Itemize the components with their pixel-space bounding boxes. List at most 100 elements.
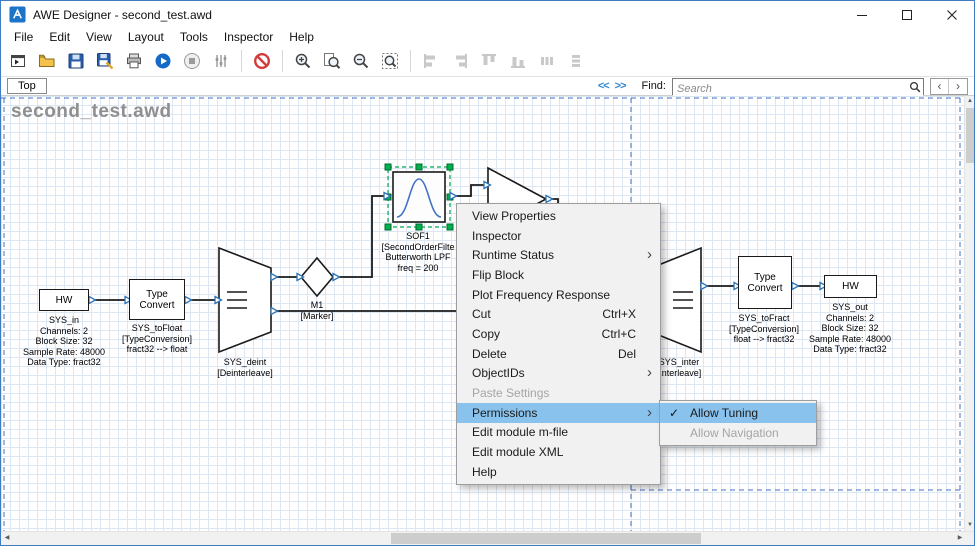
menu-edit[interactable]: Edit xyxy=(41,30,78,44)
minimize-icon xyxy=(853,6,871,24)
maximize-button[interactable] xyxy=(884,1,929,28)
permissions-submenu: Allow Tuning Allow Navigation xyxy=(659,400,817,446)
scroll-right-arrow[interactable]: ▶ xyxy=(954,532,966,545)
horizontal-scrollbar[interactable]: ◀ ▶ xyxy=(1,531,975,545)
halt-audio-button[interactable] xyxy=(249,48,275,74)
search-input[interactable] xyxy=(673,81,923,96)
find-label: Find: xyxy=(642,80,666,92)
toolbar-separator xyxy=(241,50,242,72)
history-forward-button[interactable]: >> xyxy=(615,80,626,92)
menu-item-allow-tuning[interactable]: Allow Tuning xyxy=(660,403,816,423)
profile-icon xyxy=(212,52,230,70)
sof1-caption: SOF1 [SecondOrderFilte Butterworth LPF f… xyxy=(381,231,454,273)
scroll-left-arrow[interactable]: ◀ xyxy=(1,532,13,545)
save-button[interactable] xyxy=(63,48,89,74)
main-area: second_test.awd xyxy=(1,96,974,531)
scroll-up-arrow[interactable]: ▲ xyxy=(965,96,975,107)
zoom-fit-button[interactable] xyxy=(319,48,345,74)
zoom-region-button[interactable] xyxy=(377,48,403,74)
align-right-button[interactable] xyxy=(447,48,473,74)
vertical-scrollbar[interactable]: ▲ ▼ xyxy=(964,96,974,531)
open-folder-icon xyxy=(38,52,56,70)
distribute-vertical-button[interactable] xyxy=(563,48,589,74)
sys-tofract-caption: SYS_toFract [TypeConversion] float --> f… xyxy=(729,313,799,345)
save-as-button[interactable] xyxy=(92,48,118,74)
new-button[interactable] xyxy=(5,48,31,74)
history-back-button[interactable]: << xyxy=(598,80,609,92)
new-icon xyxy=(9,52,27,70)
menu-item-copy[interactable]: CopyCtrl+C xyxy=(457,324,660,344)
scroll-down-arrow[interactable]: ▼ xyxy=(965,520,975,531)
shortcut-label: Ctrl+X xyxy=(602,307,636,321)
menu-view[interactable]: View xyxy=(78,30,120,44)
run-button[interactable] xyxy=(150,48,176,74)
sys-tofract-block[interactable]: Type Convert xyxy=(738,256,792,309)
breadcrumb-top[interactable]: Top xyxy=(7,78,47,94)
sys-tofloat-caption: SYS_toFloat [TypeConversion] fract32 -->… xyxy=(122,323,192,355)
minimize-button[interactable] xyxy=(839,1,884,28)
menu-item-cut[interactable]: CutCtrl+X xyxy=(457,304,660,324)
title-bar: AWE Designer - second_test.awd xyxy=(1,1,974,28)
align-bottom-icon xyxy=(509,52,527,70)
vertical-scroll-thumb[interactable] xyxy=(966,108,974,163)
marker-caption: M1 [Marker] xyxy=(300,300,333,321)
profile-button[interactable] xyxy=(208,48,234,74)
find-match-nav: ‹ › xyxy=(930,78,968,95)
menu-layout[interactable]: Layout xyxy=(120,30,172,44)
menu-help[interactable]: Help xyxy=(281,30,322,44)
menu-inspector[interactable]: Inspector xyxy=(216,30,281,44)
align-top-button[interactable] xyxy=(476,48,502,74)
distribute-horizontal-icon xyxy=(538,52,556,70)
open-button[interactable] xyxy=(34,48,60,74)
menu-item-view-properties[interactable]: View Properties xyxy=(457,206,660,226)
distribute-horizontal-button[interactable] xyxy=(534,48,560,74)
menu-item-delete[interactable]: DeleteDel xyxy=(457,344,660,364)
stop-button[interactable] xyxy=(179,48,205,74)
shortcut-label: Del xyxy=(618,347,636,361)
scrollbar-corner xyxy=(966,532,975,545)
design-canvas[interactable]: second_test.awd xyxy=(1,96,964,531)
menu-item-permissions[interactable]: Permissions xyxy=(457,403,660,423)
nav-bar: Top << >> Find: ‹ › xyxy=(1,77,974,96)
build-button[interactable] xyxy=(121,48,147,74)
sys-tofloat-block[interactable]: Type Convert xyxy=(129,279,185,320)
save-icon xyxy=(67,52,85,70)
zoom-fit-icon xyxy=(323,52,341,70)
sys-out-block[interactable]: HW xyxy=(824,275,877,298)
close-icon xyxy=(943,6,961,24)
menu-item-flip-block[interactable]: Flip Block xyxy=(457,265,660,285)
marker-block[interactable] xyxy=(301,258,333,296)
align-top-icon xyxy=(480,52,498,70)
menu-item-plot-frequency-response[interactable]: Plot Frequency Response xyxy=(457,285,660,305)
halt-audio-icon xyxy=(253,52,271,70)
menu-item-runtime-status[interactable]: Runtime Status xyxy=(457,245,660,265)
checkmark-icon xyxy=(669,406,685,420)
align-bottom-button[interactable] xyxy=(505,48,531,74)
menu-bar: File Edit View Layout Tools Inspector He… xyxy=(1,28,974,46)
context-menu: View Properties Inspector Runtime Status… xyxy=(456,203,661,485)
sof1-block[interactable] xyxy=(385,164,453,230)
menu-item-inspector[interactable]: Inspector xyxy=(457,226,660,246)
menu-tools[interactable]: Tools xyxy=(172,30,216,44)
window-title: AWE Designer - second_test.awd xyxy=(33,8,212,22)
distribute-vertical-icon xyxy=(567,52,585,70)
menu-item-edit-module-xml[interactable]: Edit module XML xyxy=(457,442,660,462)
sys-inter-caption: SYS_inter [Interleave] xyxy=(657,357,702,378)
zoom-in-button[interactable] xyxy=(290,48,316,74)
menu-item-help[interactable]: Help xyxy=(457,462,660,482)
find-next-button[interactable]: › xyxy=(949,79,967,94)
close-button[interactable] xyxy=(929,1,974,28)
find-prev-button[interactable]: ‹ xyxy=(931,79,949,94)
sys-in-caption: SYS_in Channels: 2 Block Size: 32 Sample… xyxy=(23,315,105,368)
align-left-button[interactable] xyxy=(418,48,444,74)
menu-item-edit-module-m-file[interactable]: Edit module m-file xyxy=(457,423,660,443)
menu-item-objectids[interactable]: ObjectIDs xyxy=(457,364,660,384)
build-icon xyxy=(125,52,143,70)
horizontal-scroll-thumb[interactable] xyxy=(391,533,701,544)
zoom-out-button[interactable] xyxy=(348,48,374,74)
menu-item-allow-navigation: Allow Navigation xyxy=(660,423,816,443)
zoom-region-icon xyxy=(381,52,399,70)
save-as-icon xyxy=(96,52,114,70)
menu-file[interactable]: File xyxy=(6,30,41,44)
sys-in-block[interactable]: HW xyxy=(39,289,89,311)
